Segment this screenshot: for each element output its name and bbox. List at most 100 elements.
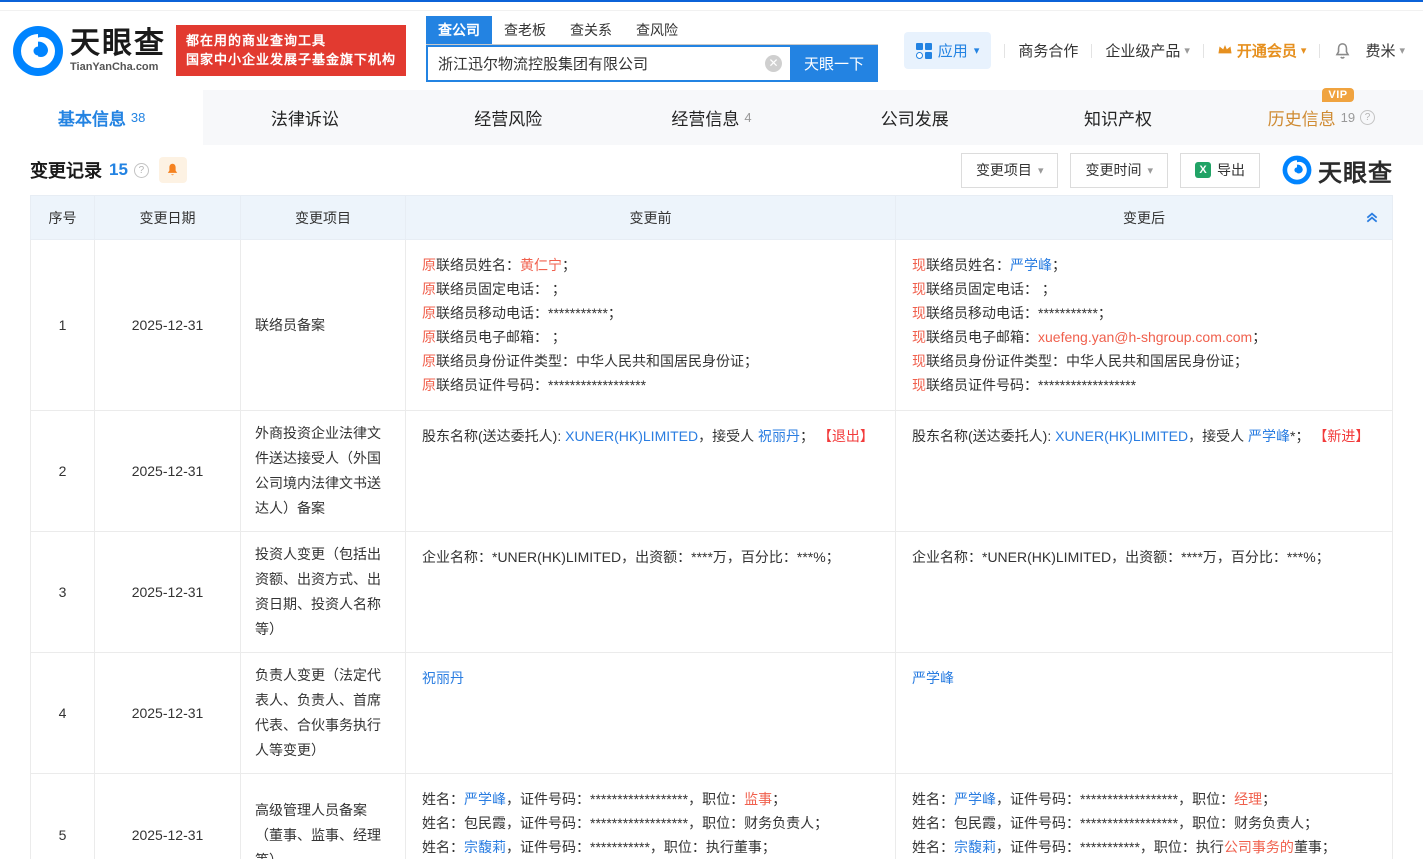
text-segment: 姓名： — [422, 839, 464, 855]
search-tab-0[interactable]: 查公司 — [426, 16, 492, 44]
tab-label: 公司发展 — [881, 110, 949, 129]
before-cell: 原联络员姓名：黄仁宁；原联络员固定电话： ；原联络员移动电话：*********… — [406, 240, 896, 411]
export-button[interactable]: X 导出 — [1180, 153, 1260, 188]
chevron-down-icon: ▾ — [1147, 164, 1153, 177]
subscribe-bell-button[interactable] — [159, 157, 187, 183]
tab-1[interactable]: 法律诉讼 — [203, 90, 406, 145]
site-header: 天眼查 TianYanCha.com 都在用的商业查询工具 国家中小企业发展子基… — [0, 11, 1423, 90]
text-segment: ； — [772, 791, 786, 807]
text-segment: ，证件号码：******************，职位： — [506, 791, 744, 807]
text-segment: 现 — [912, 305, 926, 321]
text-segment: 联络员身份证件类型：中华人民共和国居民身份证； — [926, 353, 1248, 369]
entity-link[interactable]: 祝丽丹 — [422, 670, 464, 686]
entity-link[interactable]: 严学峰 — [954, 791, 996, 807]
col-header-3: 变更前 — [406, 196, 896, 240]
tianyancha-logo[interactable]: 天眼查 TianYanCha.com — [12, 25, 166, 77]
tab-label: 历史信息 — [1268, 110, 1336, 129]
watermark-text: 天眼查 — [1318, 153, 1393, 188]
table-row: 42025-12-31负责人变更（法定代表人、负责人、首席代表、合伙事务执行人等… — [31, 653, 1393, 774]
text-segment: 公司事务的 — [1224, 839, 1294, 855]
text-segment: 原 — [422, 257, 436, 273]
tab-count: 4 — [744, 110, 751, 125]
biz-label: 商务合作 — [1018, 40, 1078, 61]
vip-badge: VIP — [1322, 88, 1353, 102]
entity-link[interactable]: 严学峰 — [1010, 257, 1052, 273]
brand-domain: TianYanCha.com — [70, 62, 166, 73]
text-segment: ； — [562, 257, 576, 273]
vip-label: 开通会员 — [1237, 40, 1297, 61]
table-row: 32025-12-31投资人变更（包括出资额、出资方式、出资日期、投资人名称等）… — [31, 532, 1393, 653]
search-tab-2[interactable]: 查关系 — [558, 16, 624, 44]
change-item-cell: 投资人变更（包括出资额、出资方式、出资日期、投资人名称等） — [241, 532, 406, 653]
tab-3[interactable]: 经营信息4 — [610, 90, 813, 145]
chevron-down-icon: ▾ — [974, 44, 980, 57]
search-tab-1[interactable]: 查老板 — [492, 16, 558, 44]
text-segment: ，证件号码：******************，职位： — [996, 791, 1234, 807]
text-segment: ； — [1038, 281, 1056, 297]
filter-change-item-button[interactable]: 变更项目 ▾ — [961, 153, 1059, 188]
text-segment: 现 — [912, 353, 926, 369]
text-segment: 姓名：包民霞，证件号码：******************，职位：财务负责人； — [912, 815, 1318, 831]
chevron-down-icon: ▾ — [1038, 164, 1044, 177]
table-head-row: 序号变更日期变更项目变更前变更后 — [31, 196, 1393, 240]
user-menu[interactable]: 费米 ▾ — [1365, 40, 1405, 61]
text-segment: 现 — [912, 257, 926, 273]
change-item-cell: 联络员备案 — [241, 240, 406, 411]
search-input[interactable] — [426, 45, 790, 82]
entity-link[interactable]: 严学峰 — [1248, 428, 1290, 444]
col-header-2: 变更项目 — [241, 196, 406, 240]
watermark-logo: 天眼查 — [1282, 153, 1393, 188]
header-right-nav: 应用 ▾ 商务合作 企业级产品 ▾ 开通会员 ▾ 费米 — [904, 32, 1405, 69]
entity-link[interactable]: 严学峰 — [912, 670, 954, 686]
divider — [1203, 44, 1204, 58]
tab-2[interactable]: 经营风险 — [407, 90, 610, 145]
change-item-cell: 高级管理人员备案（董事、监事、经理等） — [241, 774, 406, 859]
text-segment: 姓名：包民霞，证件号码：******************，职位：财务负责人； — [422, 815, 828, 831]
help-icon[interactable]: ? — [134, 163, 149, 178]
collapse-icon[interactable] — [1364, 209, 1380, 228]
brand-name: 天眼查 — [70, 29, 166, 59]
text-segment: ，接受人 — [698, 428, 758, 444]
text-segment: ***********； — [1038, 305, 1112, 321]
nav-biz-cooperation[interactable]: 商务合作 — [1018, 40, 1078, 61]
entity-link[interactable]: XUNER(HK)LIMITED — [565, 428, 698, 444]
text-segment: ，证件号码：***********，职位：执行 — [996, 839, 1224, 855]
tab-6[interactable]: 历史信息VIP19? — [1220, 90, 1423, 145]
entity-link[interactable]: XUNER(HK)LIMITED — [1055, 428, 1188, 444]
apps-menu[interactable]: 应用 ▾ — [904, 32, 992, 69]
tab-4[interactable]: 公司发展 — [813, 90, 1016, 145]
search-button[interactable]: 天眼一下 — [790, 45, 878, 82]
text-segment: 原 — [422, 329, 436, 345]
col-header-4: 变更后 — [896, 196, 1393, 240]
notifications-bell-icon[interactable] — [1333, 41, 1352, 61]
help-icon[interactable]: ? — [1360, 110, 1375, 125]
text-segment: ； — [1262, 791, 1276, 807]
after-cell: 严学峰 — [896, 653, 1393, 774]
text-segment: 姓名： — [912, 791, 954, 807]
open-vip-button[interactable]: 开通会员 ▾ — [1217, 40, 1307, 61]
change-date-cell: 2025-12-31 — [95, 411, 241, 532]
divider — [1091, 44, 1092, 58]
filter-change-time-button[interactable]: 变更时间 ▾ — [1070, 153, 1168, 188]
entity-link[interactable]: 严学峰 — [464, 791, 506, 807]
tab-5[interactable]: 知识产权 — [1016, 90, 1219, 145]
text-segment: 联络员姓名： — [436, 257, 520, 273]
slogan-line2: 国家中小企业发展子基金旗下机构 — [186, 51, 396, 70]
search-tab-3[interactable]: 查风险 — [624, 16, 690, 44]
divider — [1004, 44, 1005, 58]
text-segment: 原 — [422, 377, 436, 393]
serial-cell: 2 — [31, 411, 95, 532]
text-segment: 黄仁宁 — [520, 257, 562, 273]
before-cell: 企业名称：*UNER(HK)LIMITED，出资额：****万，百分比：***%… — [406, 532, 896, 653]
entity-link[interactable]: 宗馥莉 — [954, 839, 996, 855]
clear-input-icon[interactable]: ✕ — [765, 55, 782, 72]
entity-link[interactable]: 宗馥莉 — [464, 839, 506, 855]
nav-enterprise-product[interactable]: 企业级产品 ▾ — [1105, 40, 1190, 61]
text-segment: 联络员证件号码： — [436, 377, 548, 393]
tab-label: 经营风险 — [474, 110, 542, 129]
tab-0[interactable]: 基本信息38 — [0, 90, 203, 145]
text-segment: ； — [800, 428, 818, 444]
entity-link[interactable]: 祝丽丹 — [758, 428, 800, 444]
tab-label: 法律诉讼 — [271, 110, 339, 129]
text-segment: ； — [1052, 257, 1066, 273]
